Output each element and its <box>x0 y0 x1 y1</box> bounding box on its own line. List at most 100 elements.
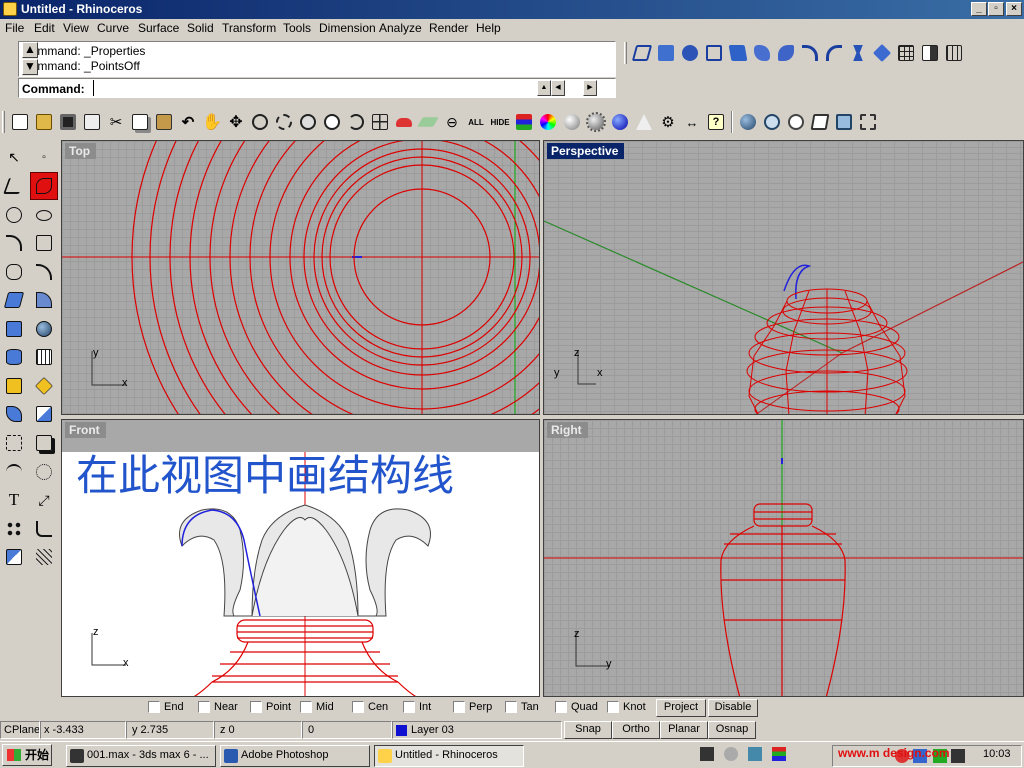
copy-icon[interactable] <box>128 110 152 134</box>
zoom-window-icon[interactable] <box>272 110 296 134</box>
ellipse-icon[interactable] <box>30 201 58 229</box>
cap-planar-holes-icon[interactable] <box>808 110 832 134</box>
cut-icon[interactable]: ✂ <box>104 110 128 134</box>
undo-icon[interactable]: ↶ <box>176 110 200 134</box>
arc-icon[interactable] <box>0 229 28 257</box>
history-scrollbar[interactable]: ▲ ▼ <box>22 42 38 76</box>
rotate-icon[interactable] <box>30 458 58 486</box>
osnap-end[interactable]: End <box>148 701 184 713</box>
close-button[interactable]: × <box>1006 2 1022 16</box>
menu-tools[interactable]: Tools <box>283 21 311 35</box>
start-button[interactable]: 开始 <box>2 744 52 766</box>
render-blue-icon[interactable] <box>608 110 632 134</box>
transform-icon[interactable] <box>0 400 28 428</box>
menu-dimension[interactable]: Dimension <box>319 21 376 35</box>
history-left-icon[interactable]: ◀ <box>551 80 565 96</box>
checkbox[interactable] <box>607 701 619 713</box>
osnap-quad[interactable]: Quad <box>555 701 598 713</box>
grid-surface-icon[interactable] <box>894 41 918 65</box>
osnap-perp[interactable]: Perp <box>453 701 492 713</box>
viewport-label-right[interactable]: Right <box>547 422 588 438</box>
ime-icon[interactable] <box>772 747 786 761</box>
zoom-extents-icon[interactable] <box>296 110 320 134</box>
viewport-label-top[interactable]: Top <box>65 143 97 159</box>
boolean-intersection-icon[interactable] <box>784 110 808 134</box>
edge-surface-icon[interactable] <box>654 41 678 65</box>
new-file-icon[interactable] <box>8 110 32 134</box>
boolean-difference-icon[interactable] <box>760 110 784 134</box>
properties-icon[interactable] <box>0 372 28 400</box>
text-icon[interactable]: T <box>0 486 28 514</box>
ortho-toggle[interactable]: Ortho <box>612 721 660 739</box>
sphere-icon[interactable] <box>30 315 58 343</box>
array-icon[interactable] <box>0 515 28 543</box>
checkbox[interactable] <box>505 701 517 713</box>
analyze-icon[interactable] <box>30 372 58 400</box>
render-sphere-icon[interactable] <box>560 110 584 134</box>
task-3dsmax[interactable]: 001.max - 3ds max 6 - ... <box>66 745 216 767</box>
open-file-icon[interactable] <box>32 110 56 134</box>
undo-view-icon[interactable] <box>344 110 368 134</box>
checkbox[interactable] <box>352 701 364 713</box>
minimize-button[interactable]: _ <box>971 2 987 16</box>
scale-icon[interactable]: ⤢ <box>30 486 58 514</box>
viewport-top[interactable]: y x Top <box>61 140 540 415</box>
fillet-curve-icon[interactable] <box>30 258 58 286</box>
select-arrow-icon[interactable]: ↖ <box>0 143 28 171</box>
network-icon[interactable] <box>748 747 762 761</box>
polyline-icon[interactable] <box>0 172 28 200</box>
checkbox[interactable] <box>403 701 415 713</box>
circle-icon[interactable] <box>0 201 28 229</box>
checkbox[interactable] <box>148 701 160 713</box>
patch-icon[interactable] <box>870 41 894 65</box>
osnap-near[interactable]: Near <box>198 701 238 713</box>
curve-icon[interactable] <box>30 172 58 200</box>
menu-file[interactable]: File <box>5 21 24 35</box>
zoom-selected-icon[interactable] <box>320 110 344 134</box>
history-right-icon[interactable]: ▶ <box>583 80 597 96</box>
four-viewports-icon[interactable] <box>368 110 392 134</box>
blend-grid-icon[interactable] <box>918 41 942 65</box>
osnap-toggle[interactable]: Osnap <box>708 721 756 739</box>
split-icon[interactable] <box>30 400 58 428</box>
color-wheel-icon[interactable] <box>536 110 560 134</box>
dimension-icon[interactable]: ↔ <box>680 110 704 134</box>
hide-button[interactable]: HIDE <box>488 110 512 134</box>
planar-toggle[interactable]: Planar <box>660 721 708 739</box>
boolean-union-icon[interactable] <box>736 110 760 134</box>
scroll-down-icon[interactable]: ▼ <box>22 59 38 75</box>
viewport-perspective[interactable]: z y x Perspective <box>543 140 1024 415</box>
checkbox[interactable] <box>555 701 567 713</box>
box-icon[interactable] <box>0 315 28 343</box>
history-down-icon[interactable]: ▲ <box>537 80 551 96</box>
maximize-button[interactable]: ▫ <box>988 2 1004 16</box>
osnap-cen[interactable]: Cen <box>352 701 388 713</box>
explode-icon[interactable] <box>856 110 880 134</box>
point-icon[interactable]: ▫ <box>30 143 58 171</box>
rhino-app-icon[interactable] <box>3 2 17 16</box>
osnap-knot[interactable]: Knot <box>607 701 646 713</box>
tray-app-icon[interactable] <box>700 747 714 761</box>
zoom-dynamic-icon[interactable] <box>248 110 272 134</box>
layers-icon[interactable] <box>512 110 536 134</box>
viewport-right[interactable]: z y Right <box>543 419 1024 697</box>
osnap-point[interactable]: Point <box>250 701 291 713</box>
osnap-tan[interactable]: Tan <box>505 701 539 713</box>
surface-tools-icon[interactable] <box>0 286 28 314</box>
menu-solid[interactable]: Solid <box>187 21 214 35</box>
rail-revolve-icon[interactable] <box>822 41 846 65</box>
checkbox[interactable] <box>300 701 312 713</box>
viewport-front[interactable]: 在此视图中画结构线 z x Front <box>61 419 540 697</box>
checkbox[interactable] <box>198 701 210 713</box>
menu-transform[interactable]: Transform <box>222 21 276 35</box>
viewport-label-perspective[interactable]: Perspective <box>547 143 625 159</box>
menu-analyze[interactable]: Analyze <box>379 21 422 35</box>
menu-view[interactable]: View <box>63 21 89 35</box>
mirror-icon[interactable] <box>30 515 58 543</box>
copy-transform-icon[interactable] <box>30 429 58 457</box>
point-osnap-icon[interactable]: ⊖ <box>440 110 464 134</box>
help-icon[interactable]: ? <box>704 110 728 134</box>
osnap-mid[interactable]: Mid <box>300 701 334 713</box>
surface-from-points-icon[interactable] <box>630 41 654 65</box>
menu-edit[interactable]: Edit <box>34 21 55 35</box>
